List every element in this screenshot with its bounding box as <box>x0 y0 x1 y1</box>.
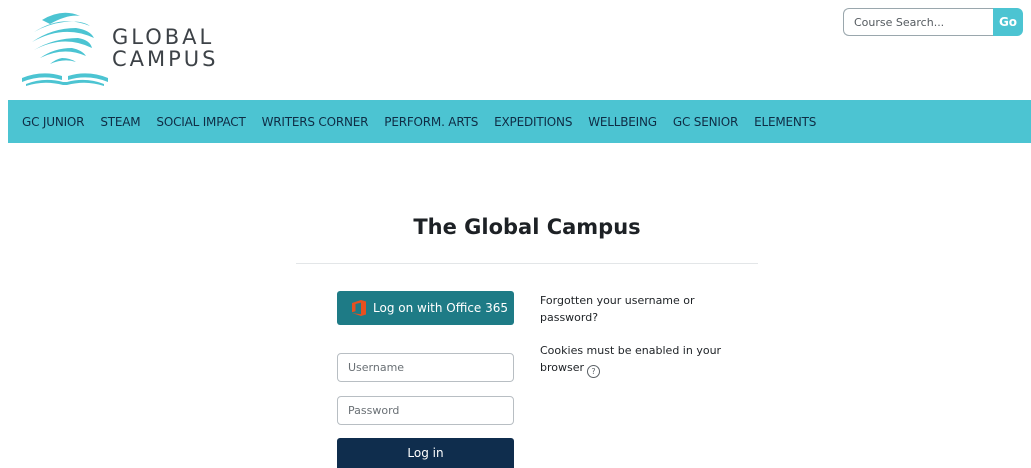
office-365-icon <box>352 300 366 316</box>
nav-item-steam[interactable]: STEAM <box>100 115 140 129</box>
login-form: Log on with Office 365 Log in <box>337 291 514 468</box>
nav-item-elements[interactable]: ELEMENTS <box>754 115 816 129</box>
nav-item-perform-arts[interactable]: PERFORM. ARTS <box>384 115 478 129</box>
username-field[interactable] <box>337 353 514 382</box>
question-circle-icon[interactable]: ? <box>587 365 601 378</box>
login-button[interactable]: Log in <box>337 438 514 468</box>
title-divider <box>296 263 758 264</box>
logo-line-2: CAMPUS <box>112 47 219 71</box>
office365-login-label: Log on with Office 365 <box>373 301 509 315</box>
search-go-button[interactable]: Go <box>993 8 1023 36</box>
main-nav: GC JUNIOR STEAM SOCIAL IMPACT WRITERS CO… <box>8 100 1031 143</box>
globe-book-logo-icon <box>22 12 108 86</box>
course-search-input[interactable] <box>843 8 993 36</box>
cookies-text: Cookies must be enabled in your browser <box>540 344 722 374</box>
cookies-notice: Cookies must be enabled in your browser? <box>540 342 740 378</box>
site-header: GLOBAL CAMPUS Go <box>0 0 1031 100</box>
login-page: GLOBAL CAMPUS Go GC JUNIOR STEAM SOCIAL … <box>0 0 1031 468</box>
nav-item-writers-corner[interactable]: WRITERS CORNER <box>262 115 369 129</box>
nav-item-expeditions[interactable]: EXPEDITIONS <box>494 115 572 129</box>
site-logo[interactable]: GLOBAL CAMPUS <box>20 6 240 88</box>
nav-item-gc-senior[interactable]: GC SENIOR <box>673 115 738 129</box>
forgot-password-link[interactable]: Forgotten your username or password? <box>540 292 740 326</box>
password-field[interactable] <box>337 396 514 425</box>
course-search: Go <box>843 8 1023 36</box>
page-title: The Global Campus <box>413 215 641 239</box>
nav-item-gc-junior[interactable]: GC JUNIOR <box>22 115 85 129</box>
logo-line-1: GLOBAL <box>112 25 215 49</box>
nav-item-wellbeing[interactable]: WELLBEING <box>588 115 657 129</box>
nav-item-social-impact[interactable]: SOCIAL IMPACT <box>156 115 245 129</box>
office365-login-button[interactable]: Log on with Office 365 <box>337 291 514 325</box>
logo-text: GLOBAL CAMPUS <box>112 26 219 70</box>
login-help: Forgotten your username or password? Coo… <box>540 292 740 378</box>
